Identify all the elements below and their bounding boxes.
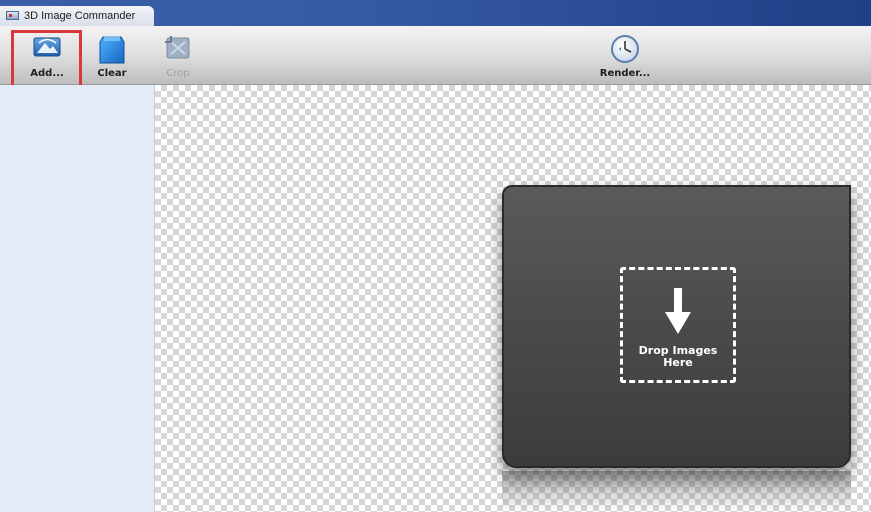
app-window: 3D Image Commander Add... Clear Crop Ren… bbox=[0, 0, 871, 512]
window-title: 3D Image Commander bbox=[24, 10, 136, 22]
drop-panel-reflection bbox=[502, 471, 851, 512]
add-button-label: Add... bbox=[30, 68, 64, 79]
arrow-down-icon bbox=[665, 288, 691, 334]
drop-label: Drop Images Here bbox=[638, 344, 718, 369]
clear-button-label: Clear bbox=[97, 68, 127, 79]
crop-button[interactable]: Crop bbox=[145, 30, 211, 82]
crop-button-label: Crop bbox=[166, 68, 190, 79]
add-image-icon bbox=[33, 37, 61, 57]
clear-icon bbox=[99, 36, 125, 64]
toolbar: Add... Clear Crop Render... bbox=[0, 26, 871, 85]
crop-icon bbox=[165, 36, 190, 59]
title-bar: 3D Image Commander bbox=[0, 0, 871, 26]
drop-zone[interactable]: Drop Images Here bbox=[620, 267, 736, 383]
drop-panel: Drop Images Here bbox=[502, 185, 851, 468]
window-title-tab: 3D Image Commander bbox=[0, 6, 154, 26]
add-button[interactable]: Add... bbox=[14, 30, 80, 82]
image-list-sidebar[interactable] bbox=[0, 85, 155, 512]
render-button-label: Render... bbox=[599, 68, 651, 79]
render-clock-icon bbox=[611, 35, 639, 63]
preview-canvas[interactable]: Drop Images Here bbox=[155, 85, 871, 512]
app-icon bbox=[6, 11, 19, 20]
render-button[interactable]: Render... bbox=[592, 30, 658, 82]
clear-button[interactable]: Clear bbox=[79, 30, 145, 82]
